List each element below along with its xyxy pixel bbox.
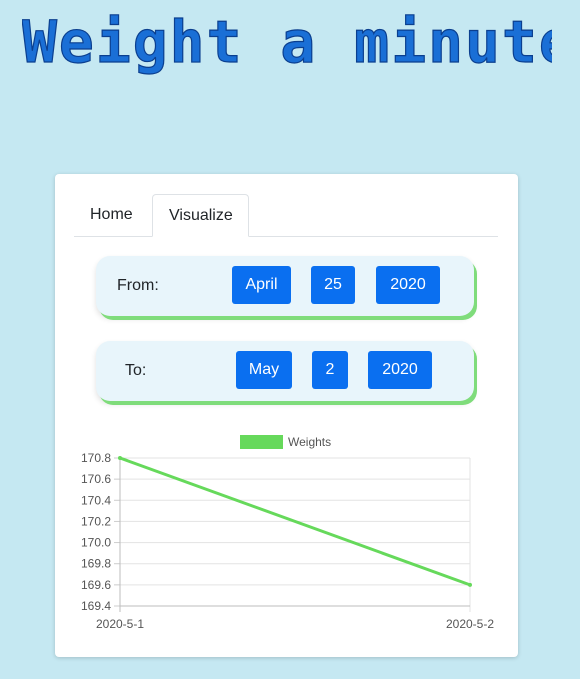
logo-text: Weight a minute xyxy=(22,10,552,76)
x-tick-label: 2020-5-1 xyxy=(96,617,144,631)
app-logo: Weight a minute xyxy=(22,10,552,77)
legend-swatch-weights xyxy=(240,435,283,449)
data-point xyxy=(118,456,122,460)
y-tick-label: 169.8 xyxy=(81,557,111,571)
y-tick-label: 170.0 xyxy=(81,536,111,550)
y-tick-label: 170.2 xyxy=(81,514,111,528)
from-date-row: From: April 25 2020 xyxy=(96,256,474,316)
from-year-button[interactable]: 2020 xyxy=(376,266,440,304)
from-day-button[interactable]: 25 xyxy=(311,266,355,304)
legend-label-weights: Weights xyxy=(288,435,331,449)
tab-home[interactable]: Home xyxy=(74,194,152,235)
to-date-row: To: May 2 2020 xyxy=(96,341,474,401)
to-month-button[interactable]: May xyxy=(236,351,292,389)
weights-chart: 170.8 170.6 170.4 170.2 170.0 169.8 169.6 169.4… xyxy=(81,435,494,631)
y-tick-label: 170.6 xyxy=(81,472,111,486)
y-tick-label: 169.6 xyxy=(81,578,111,592)
y-tick-label: 170.8 xyxy=(81,451,111,465)
from-label: From: xyxy=(117,277,159,294)
y-tick-label: 170.4 xyxy=(81,493,111,507)
x-tick-label: 2020-5-2 xyxy=(446,617,494,631)
tab-visualize[interactable]: Visualize xyxy=(152,194,249,237)
y-tick-label: 169.4 xyxy=(81,599,111,613)
to-day-button[interactable]: 2 xyxy=(312,351,348,389)
to-year-button[interactable]: 2020 xyxy=(368,351,432,389)
tab-bar: Home Visualize xyxy=(74,194,498,237)
main-card: Home Visualize From: April 25 2020 To: M… xyxy=(55,174,518,657)
data-point xyxy=(468,582,472,587)
from-month-button[interactable]: April xyxy=(232,266,291,304)
to-label: To: xyxy=(125,362,147,379)
